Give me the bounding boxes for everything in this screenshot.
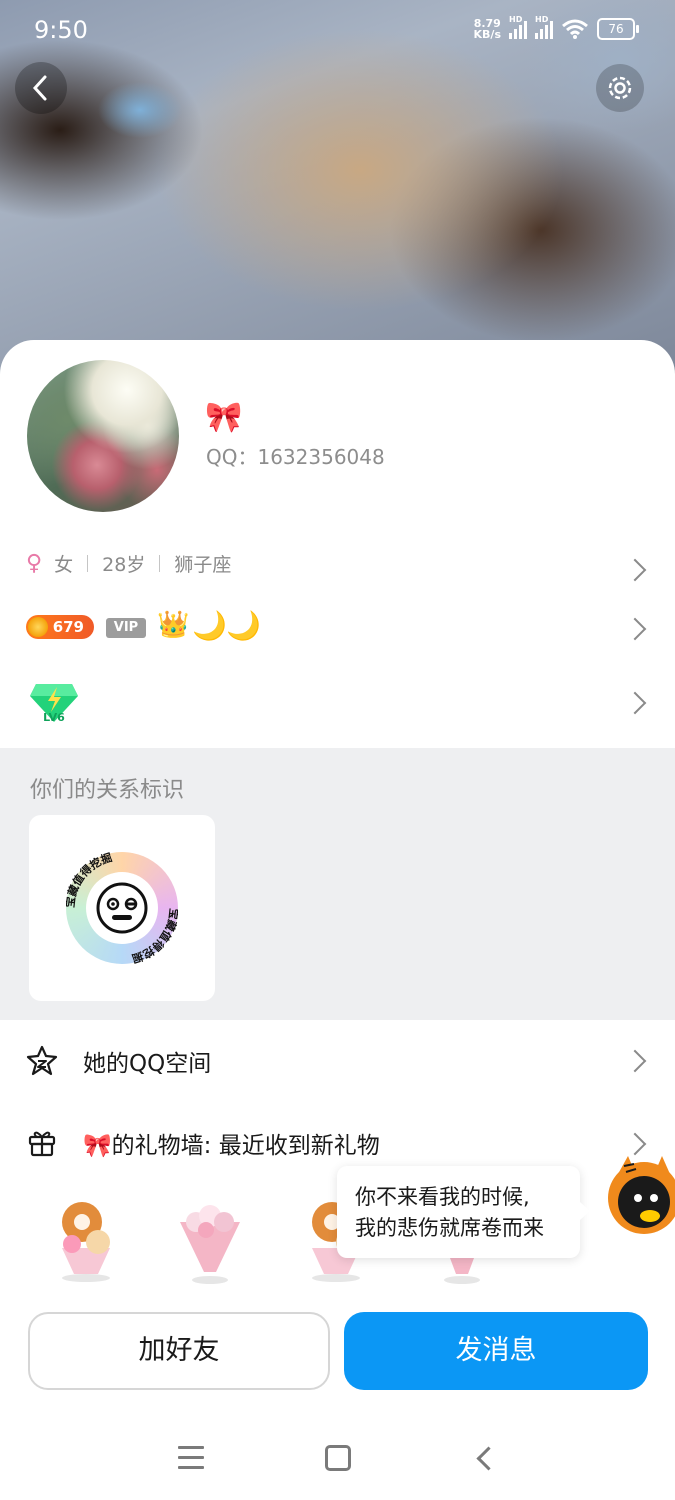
network-speed: 8.79 KB/s bbox=[473, 17, 501, 41]
divider bbox=[87, 555, 89, 572]
level-row[interactable]: LV6 bbox=[0, 675, 675, 735]
avatar[interactable] bbox=[27, 360, 179, 512]
chevron-right-icon bbox=[623, 617, 647, 641]
status-bar: 9:50 8.79 KB/s HD HD 76 bbox=[0, 0, 675, 62]
add-friend-button[interactable]: 加好友 bbox=[28, 1312, 330, 1390]
relationship-section: 你们的关系标识 宝藏值得挖掘 宝藏值得挖掘 bbox=[0, 748, 675, 1020]
zodiac: 狮子座 bbox=[174, 554, 232, 576]
chevron-right-icon bbox=[623, 558, 647, 582]
signal-icon-2: HD bbox=[535, 15, 553, 39]
age: 28岁 bbox=[102, 554, 146, 576]
gender: 女 bbox=[54, 554, 74, 576]
home-icon[interactable] bbox=[325, 1445, 351, 1471]
crown-icon: 👑 bbox=[157, 610, 190, 640]
gift-wall-label: 🎀的礼物墙: 最近收到新礼物 bbox=[83, 1133, 380, 1159]
qzone-label: 她的QQ空间 bbox=[83, 1051, 212, 1077]
back-arrow-icon bbox=[32, 75, 47, 101]
svg-text:LV6: LV6 bbox=[43, 711, 65, 724]
qq-number: QQ：1632356048 bbox=[206, 445, 385, 469]
relationship-badge: 宝藏值得挖掘 宝藏值得挖掘 bbox=[66, 852, 178, 964]
nickname: 🎀 bbox=[205, 400, 243, 435]
svg-text:宝藏值得挖掘: 宝藏值得挖掘 bbox=[66, 852, 114, 908]
profile-info-row[interactable]: ♀ 女 28岁 狮子座 bbox=[0, 540, 675, 590]
chevron-right-icon bbox=[623, 691, 647, 715]
profile-info: ♀ 女 28岁 狮子座 bbox=[26, 550, 231, 577]
qzone-row[interactable]: 她的QQ空间 bbox=[0, 1020, 675, 1100]
gift-icon bbox=[28, 1131, 56, 1157]
gift-cake-item[interactable] bbox=[48, 1188, 124, 1286]
mascot-speech-bubble[interactable]: 你不来看我的时候, 我的悲伤就席卷而来 bbox=[337, 1166, 590, 1258]
bubble-line-1: 你不来看我的时候, bbox=[355, 1185, 530, 1209]
female-icon: ♀ bbox=[26, 551, 43, 576]
gear-icon bbox=[608, 76, 632, 100]
svg-text:宝藏值得挖掘: 宝藏值得挖掘 bbox=[130, 908, 178, 964]
wifi-icon bbox=[562, 19, 588, 39]
status-indicators: 8.79 KB/s HD HD 76 bbox=[473, 15, 639, 41]
star-icon bbox=[26, 1045, 58, 1076]
moon-icon: 🌙 bbox=[192, 609, 227, 642]
signal-icon: HD bbox=[509, 15, 527, 39]
diamond-level-icon: LV6 bbox=[30, 684, 78, 724]
battery-icon: 76 bbox=[597, 18, 639, 40]
gift-bouquet-item[interactable] bbox=[172, 1188, 248, 1286]
coin-badge: 679 bbox=[26, 615, 94, 639]
bubble-line-2: 我的悲伤就席卷而来 bbox=[355, 1216, 544, 1240]
vip-badge: VIP bbox=[106, 618, 146, 638]
settings-button[interactable] bbox=[596, 64, 644, 112]
back-button[interactable] bbox=[15, 62, 67, 114]
relationship-title: 你们的关系标识 bbox=[30, 778, 185, 803]
system-nav-bar bbox=[0, 1420, 675, 1500]
recent-apps-icon[interactable] bbox=[178, 1446, 204, 1470]
relationship-badge-card[interactable]: 宝藏值得挖掘 宝藏值得挖掘 bbox=[29, 815, 215, 1001]
status-time: 9:50 bbox=[34, 16, 88, 44]
back-nav-icon[interactable] bbox=[476, 1446, 501, 1471]
chevron-right-icon bbox=[623, 1049, 647, 1073]
badge-ring-text: 宝藏值得挖掘 宝藏值得挖掘 bbox=[66, 852, 178, 964]
badge-row[interactable]: 679 VIP 👑 🌙 🌙 bbox=[0, 605, 675, 653]
tiger-mascot-icon[interactable] bbox=[604, 1146, 675, 1258]
send-message-button[interactable]: 发消息 bbox=[344, 1312, 648, 1390]
divider bbox=[159, 555, 161, 572]
moon-icon: 🌙 bbox=[226, 609, 261, 642]
